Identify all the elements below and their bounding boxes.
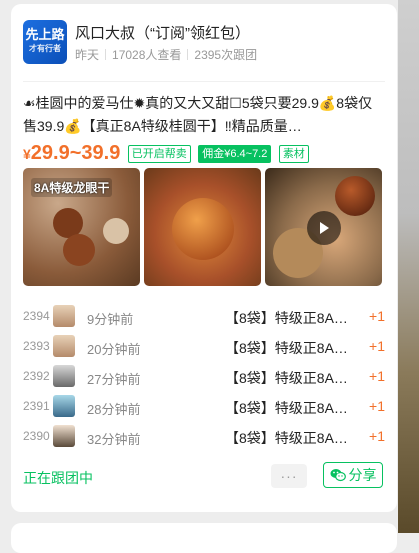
order-qty: +1 bbox=[369, 368, 385, 384]
order-number: 2392 bbox=[23, 369, 50, 383]
group-title[interactable]: 风口大叔（“订阅”领红包） bbox=[75, 22, 250, 43]
price-row: ¥29.9~39.9 已开启帮卖 佣金¥6.4~7.2 素材 bbox=[23, 142, 309, 166]
order-row[interactable]: 2394 9分钟前 【8袋】特级正8A… +1 bbox=[23, 302, 385, 332]
order-list: 2394 9分钟前 【8袋】特级正8A… +1 2393 20分钟前 【8袋】特… bbox=[23, 302, 385, 452]
post-header: 先上路 才有行者 风口大叔（“订阅”领红包） 昨天 17028人查看 2395次跟团 bbox=[23, 20, 383, 68]
next-card[interactable] bbox=[11, 523, 397, 553]
group-buy-card[interactable]: 先上路 才有行者 风口大叔（“订阅”领红包） 昨天 17028人查看 2395次跟团… bbox=[11, 4, 397, 512]
play-icon[interactable] bbox=[307, 211, 341, 245]
buyer-avatar bbox=[53, 305, 75, 327]
order-row[interactable]: 2391 28分钟前 【8袋】特级正8A… +1 bbox=[23, 392, 385, 422]
longan-image bbox=[335, 176, 375, 216]
product-images: 8A特级龙眼干 bbox=[23, 168, 385, 286]
order-row[interactable]: 2392 27分钟前 【8袋】特级正8A… +1 bbox=[23, 362, 385, 392]
order-number: 2393 bbox=[23, 339, 50, 353]
background-edge bbox=[398, 0, 419, 533]
group-status: 正在跟团中 bbox=[23, 470, 93, 486]
order-item: 【8袋】特级正8A… bbox=[225, 400, 348, 416]
avatar[interactable]: 先上路 才有行者 bbox=[23, 20, 67, 64]
order-number: 2390 bbox=[23, 429, 50, 443]
order-number: 2391 bbox=[23, 399, 50, 413]
order-row[interactable]: 2393 20分钟前 【8袋】特级正8A… +1 bbox=[23, 332, 385, 362]
order-time: 32分钟前 bbox=[87, 432, 141, 447]
longan-image bbox=[103, 218, 129, 244]
order-qty: +1 bbox=[369, 428, 385, 444]
post-meta: 昨天 17028人查看 2395次跟团 bbox=[75, 46, 257, 63]
more-button[interactable]: ··· bbox=[271, 464, 307, 488]
order-item: 【8袋】特级正8A… bbox=[225, 340, 348, 356]
order-qty: +1 bbox=[369, 398, 385, 414]
buyer-avatar bbox=[53, 335, 75, 357]
product-image-1[interactable]: 8A特级龙眼干 bbox=[23, 168, 140, 286]
image-label: 8A特级龙眼干 bbox=[31, 178, 113, 197]
buyer-avatar bbox=[53, 425, 75, 447]
view-count: 17028人查看 bbox=[112, 48, 182, 62]
avatar-subtext: 才有行者 bbox=[29, 44, 61, 53]
order-time: 28分钟前 bbox=[87, 402, 141, 417]
resell-enabled-tag: 已开启帮卖 bbox=[127, 144, 191, 163]
post-date: 昨天 bbox=[75, 48, 100, 62]
order-time: 27分钟前 bbox=[87, 372, 141, 387]
divider bbox=[105, 49, 107, 60]
buyer-avatar bbox=[53, 365, 75, 387]
commission-tag: 佣金¥6.4~7.2 bbox=[198, 144, 272, 163]
share-label: 分享 bbox=[348, 467, 377, 483]
longan-image bbox=[63, 234, 95, 266]
order-count: 2395次跟团 bbox=[194, 48, 258, 62]
avatar-text: 先上路 bbox=[25, 27, 65, 42]
order-qty: +1 bbox=[369, 338, 385, 354]
product-image-2[interactable] bbox=[144, 168, 261, 286]
order-qty: +1 bbox=[369, 308, 385, 324]
price: ¥29.9~39.9 bbox=[23, 142, 120, 164]
more-icon: ··· bbox=[280, 468, 298, 484]
order-item: 【8袋】特级正8A… bbox=[225, 370, 348, 386]
order-number: 2394 bbox=[23, 309, 50, 323]
order-row[interactable]: 2390 32分钟前 【8袋】特级正8A… +1 bbox=[23, 422, 385, 452]
order-time: 9分钟前 bbox=[87, 312, 134, 327]
material-tag[interactable]: 素材 bbox=[278, 144, 309, 163]
product-description[interactable]: ☙桂圆中的爱马仕✹真的又大又甜☐5袋只要29.9💰8袋仅售39.9💰【真正8A特… bbox=[23, 92, 385, 138]
longan-image bbox=[172, 198, 234, 260]
wechat-icon bbox=[330, 469, 346, 482]
divider bbox=[187, 49, 189, 60]
order-item: 【8袋】特级正8A… bbox=[225, 430, 348, 446]
buyer-avatar bbox=[53, 395, 75, 417]
share-button[interactable]: 分享 bbox=[323, 462, 383, 488]
header-divider bbox=[23, 81, 385, 82]
order-time: 20分钟前 bbox=[87, 342, 141, 357]
price-range: 29.9~39.9 bbox=[30, 142, 121, 164]
product-video[interactable] bbox=[265, 168, 382, 286]
card-footer: 正在跟团中 ··· 分享 bbox=[23, 462, 385, 492]
order-item: 【8袋】特级正8A… bbox=[225, 310, 348, 326]
currency-symbol: ¥ bbox=[23, 146, 31, 162]
